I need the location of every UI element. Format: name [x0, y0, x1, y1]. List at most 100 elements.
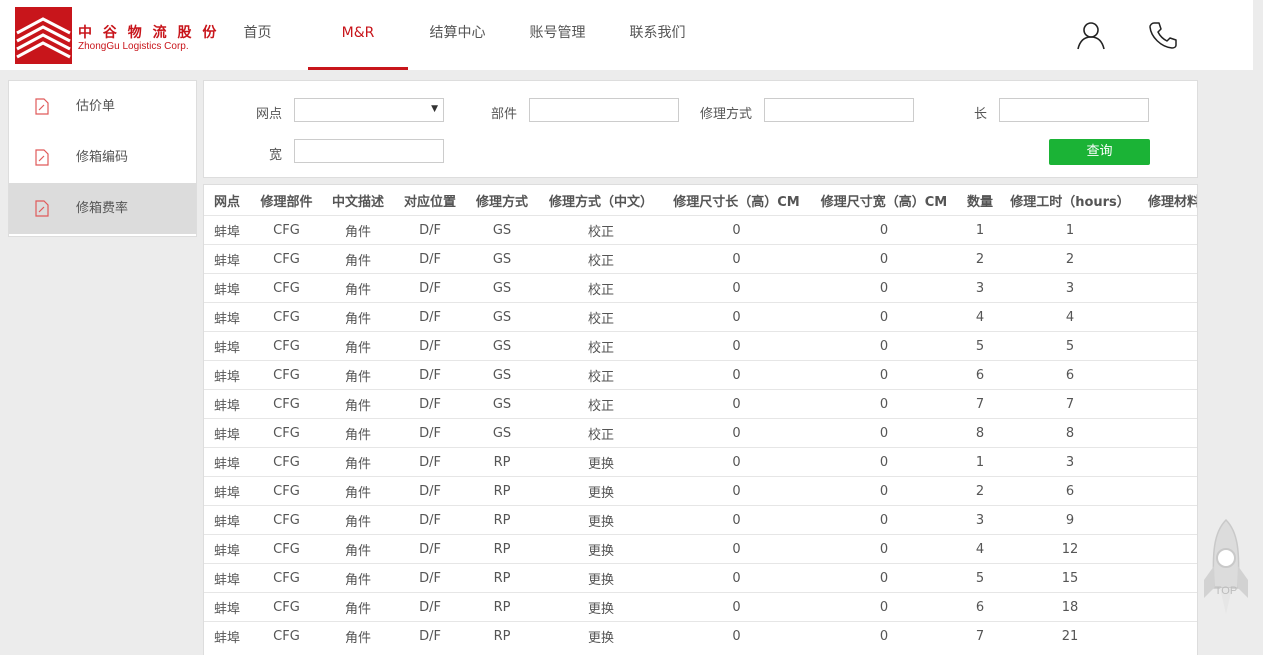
table-cell: 6 — [1000, 360, 1140, 390]
table-row[interactable]: 蚌埠 CFG 角件 D/F GS 校正 0 0 6 6 — [204, 360, 1197, 390]
table-cell: 6 — [960, 360, 1000, 390]
table-row[interactable]: 蚌埠 CFG 角件 D/F GS 校正 0 0 7 7 — [204, 389, 1197, 419]
part-label: 部件 — [490, 107, 517, 122]
table-cell: D/F — [393, 331, 467, 361]
table-header-row: 网点 修理部件 中文描述 对应位置 修理方式 修理方式（中文） 修理尺寸长（高）… — [204, 185, 1197, 216]
nav-contact[interactable]: 联系我们 — [620, 0, 695, 70]
method-input[interactable] — [764, 98, 914, 122]
table-cell: 7 — [1000, 389, 1140, 419]
table-cell: 0 — [665, 273, 808, 303]
column-header[interactable]: 修理方式（中文） — [537, 185, 665, 216]
table-cell: 蚌埠 — [204, 244, 250, 274]
table-cell: 0 — [665, 621, 808, 650]
table-cell: D/F — [393, 389, 467, 419]
table-cell: 0 — [808, 331, 960, 361]
table-cell: D/F — [393, 563, 467, 593]
table-cell: D/F — [393, 621, 467, 650]
table-cell — [1140, 418, 1197, 448]
table-row[interactable]: 蚌埠 CFG 角件 D/F RP 更换 0 0 4 12 — [204, 534, 1197, 564]
length-input[interactable] — [999, 98, 1149, 122]
table-cell: 0 — [808, 244, 960, 274]
table-row[interactable]: 蚌埠CFG角件D/FRP更换007211 — [204, 621, 1197, 650]
table-row[interactable]: 蚌埠CFG角件D/FRP更换006181 — [204, 592, 1197, 622]
table-cell: CFG — [250, 389, 323, 419]
table-cell: 蚌埠 — [204, 273, 250, 303]
part-input[interactable] — [529, 98, 679, 122]
table-cell: GS — [467, 244, 537, 274]
table-cell: 15 — [1000, 563, 1140, 593]
table-cell: 校正 — [537, 331, 665, 361]
table-cell: 蚌埠 — [204, 447, 250, 477]
table-cell: D/F — [393, 360, 467, 390]
logo-text-cn: 中 谷 物 流 股 份 — [78, 25, 220, 41]
table-cell: 1 — [1140, 621, 1197, 650]
table-row[interactable]: 蚌埠 CFG 角件 D/F RP 更换 0 0 1 3 — [204, 447, 1197, 477]
table-cell: D/F — [393, 302, 467, 332]
table-cell: RP — [467, 534, 537, 564]
network-select[interactable]: ▼ — [294, 98, 444, 122]
table-cell: 21 — [1000, 621, 1140, 650]
table-cell: 9 — [1000, 505, 1140, 535]
column-header[interactable]: 网点 — [204, 185, 250, 216]
table-cell: 更换 — [537, 534, 665, 564]
filter-panel: 网点 ▼ 部件 修理方式 长 宽 查询 — [203, 80, 1198, 178]
table-row[interactable]: 蚌埠 CFG 角件 D/F RP 更换 0 0 5 15 — [204, 563, 1197, 593]
table-cell: 6 — [1000, 476, 1140, 506]
column-header[interactable]: 修理材料 — [1140, 185, 1197, 216]
table-cell: CFG — [250, 534, 323, 564]
nav-mr[interactable]: M&R — [308, 0, 408, 70]
table-cell: 蚌埠 — [204, 476, 250, 506]
table-row[interactable]: 蚌埠 CFG 角件 D/F GS 校正 0 0 5 5 — [204, 331, 1197, 361]
column-header[interactable]: 修理方式 — [467, 185, 537, 216]
table-cell: 校正 — [537, 418, 665, 448]
table-cell: 5 — [960, 563, 1000, 593]
width-input[interactable] — [294, 139, 444, 163]
table-cell — [1140, 476, 1197, 506]
table-row[interactable]: 蚌埠 CFG 角件 D/F GS 校正 0 0 2 2 — [204, 244, 1197, 274]
column-header[interactable]: 修理尺寸长（高）CM — [665, 185, 808, 216]
column-header[interactable]: 对应位置 — [393, 185, 467, 216]
table-cell: CFG — [250, 476, 323, 506]
table-row[interactable]: 蚌埠 CFG 角件 D/F RP 更换 0 0 3 9 — [204, 505, 1197, 535]
back-to-top-button[interactable]: TOP — [1200, 518, 1252, 618]
table-cell: 0 — [665, 389, 808, 419]
table-cell: 0 — [808, 215, 960, 245]
logo[interactable]: 中 谷 物 流 股 份 ZhongGu Logistics Corp. — [15, 7, 216, 64]
table-row[interactable]: 蚌埠 CFG 角件 D/F GS 校正 0 0 3 3 — [204, 273, 1197, 303]
table-cell: 4 — [960, 302, 1000, 332]
table-cell: 角件 — [323, 418, 393, 448]
table-cell: 0 — [808, 389, 960, 419]
dropdown-arrow-icon: ▼ — [431, 104, 438, 114]
table-cell: 1 — [960, 215, 1000, 245]
table-cell: CFG — [250, 273, 323, 303]
sidebar-item-repair-code[interactable]: 修箱编码 — [9, 132, 196, 183]
table-cell — [1140, 244, 1197, 274]
table-cell: CFG — [250, 360, 323, 390]
column-header[interactable]: 数量 — [960, 185, 1000, 216]
table-row[interactable]: 蚌埠 CFG 角件 D/F GS 校正 0 0 4 4 — [204, 302, 1197, 332]
user-icon[interactable] — [1076, 20, 1106, 50]
table-cell: 1 — [1000, 215, 1140, 245]
column-header[interactable]: 修理尺寸宽（高）CM — [808, 185, 960, 216]
nav-settlement[interactable]: 结算中心 — [420, 0, 495, 70]
nav-account[interactable]: 账号管理 — [520, 0, 595, 70]
table-row[interactable]: 蚌埠 CFG 角件 D/F GS 校正 0 0 1 1 — [204, 215, 1197, 245]
table-row[interactable]: 蚌埠 CFG 角件 D/F GS 校正 0 0 8 8 — [204, 418, 1197, 448]
table-cell: GS — [467, 418, 537, 448]
column-header[interactable]: 修理工时（hours） — [1000, 185, 1140, 216]
column-header[interactable]: 中文描述 — [323, 185, 393, 216]
phone-icon[interactable] — [1148, 20, 1178, 50]
table-cell: RP — [467, 476, 537, 506]
table-cell: 角件 — [323, 592, 393, 622]
column-header[interactable]: 修理部件 — [250, 185, 323, 216]
table-cell — [1140, 215, 1197, 245]
query-button[interactable]: 查询 — [1049, 139, 1150, 165]
table-cell: RP — [467, 505, 537, 535]
table-cell: 0 — [665, 447, 808, 477]
table-row[interactable]: 蚌埠 CFG 角件 D/F RP 更换 0 0 2 6 — [204, 476, 1197, 506]
sidebar-item-quotation[interactable]: 估价单 — [9, 81, 196, 132]
sidebar-item-repair-rate[interactable]: 修箱费率 — [9, 183, 196, 234]
nav-home[interactable]: 首页 — [230, 0, 285, 70]
table-cell: 0 — [808, 505, 960, 535]
table-cell: 5 — [1000, 331, 1140, 361]
